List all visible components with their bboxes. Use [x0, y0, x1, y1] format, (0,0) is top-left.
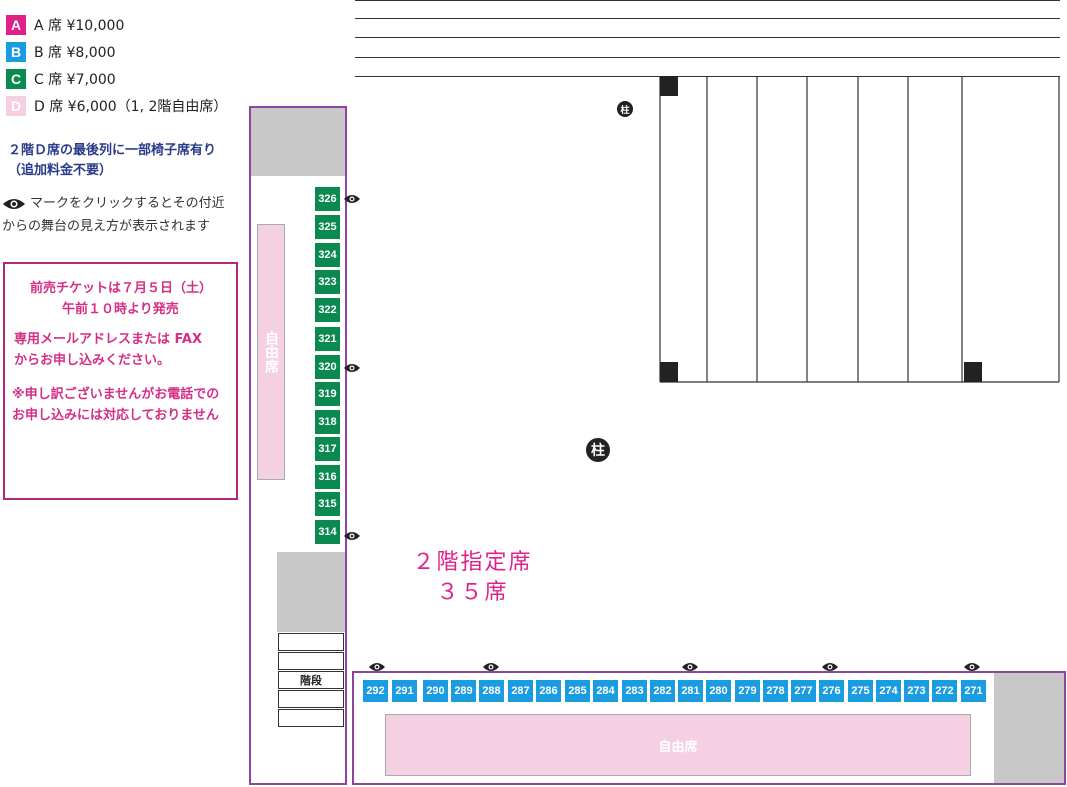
seat-b-272[interactable]: 272 [932, 680, 957, 702]
seat-b-282[interactable]: 282 [650, 680, 675, 702]
seat-b-290[interactable]: 290 [423, 680, 448, 702]
seat-c-320[interactable]: 320 [315, 355, 340, 379]
stage-line [355, 37, 1060, 38]
legend-swatch-b: B [6, 42, 26, 62]
seat-b-277[interactable]: 277 [791, 680, 816, 702]
seat-b-281[interactable]: 281 [678, 680, 703, 702]
stage-line [355, 0, 1060, 1]
reserved-title-text: ２階指定席 [412, 550, 533, 575]
eye-note-line2: からの舞台の見え方が表示されます [2, 219, 211, 234]
seat-b-286[interactable]: 286 [536, 680, 561, 702]
view-eye-icon[interactable] [822, 662, 838, 672]
stair-step [278, 633, 344, 651]
seat-c-318[interactable]: 318 [315, 410, 340, 434]
seat-b-275[interactable]: 275 [848, 680, 873, 702]
balcony-gray-block-top [251, 108, 345, 176]
legend-swatch-d: D [6, 96, 26, 116]
seat-b-288[interactable]: 288 [479, 680, 504, 702]
seat-c-321[interactable]: 321 [315, 327, 340, 351]
bottom-gray-block [994, 673, 1064, 783]
balcony-gray-block-bottom [277, 552, 345, 632]
seat-b-292[interactable]: 292 [363, 680, 388, 702]
reserved-seat-title: ２階指定席 ３５席 [410, 548, 535, 608]
seat-b-280[interactable]: 280 [706, 680, 731, 702]
view-eye-icon[interactable] [344, 531, 360, 541]
seat-c-319[interactable]: 319 [315, 382, 340, 406]
seat-b-274[interactable]: 274 [876, 680, 901, 702]
notice-line3: 専用メールアドレスまたは FAX [14, 332, 202, 347]
view-eye-icon[interactable] [964, 662, 980, 672]
stair-step [278, 709, 344, 727]
view-eye-icon[interactable] [344, 363, 360, 373]
stair-step [278, 690, 344, 708]
legend-item-d: D D 席 ¥6,000（1, 2階自由席） [6, 95, 227, 117]
stair-step [278, 652, 344, 670]
notice-line5: ※申し訳ございませんがお電話での [12, 387, 220, 402]
notice-line4: からお申し込みください。 [14, 353, 171, 368]
seat-c-322[interactable]: 322 [315, 298, 340, 322]
seat-c-315[interactable]: 315 [315, 492, 340, 516]
seat-c-324[interactable]: 324 [315, 243, 340, 267]
seat-b-278[interactable]: 278 [763, 680, 788, 702]
seat-c-325[interactable]: 325 [315, 215, 340, 239]
legend-label-d: D 席 ¥6,000（1, 2階自由席） [34, 99, 228, 115]
seat-c-316[interactable]: 316 [315, 465, 340, 489]
seat-c-323[interactable]: 323 [315, 270, 340, 294]
view-eye-icon[interactable] [369, 662, 385, 672]
free-seat-area-bottom: 自由席 [385, 714, 971, 776]
seat-b-284[interactable]: 284 [593, 680, 618, 702]
seat-b-271[interactable]: 271 [961, 680, 986, 702]
chair-seat-note: ２階Ｄ席の最後列に一部椅子席有り （追加料金不要） [8, 141, 216, 181]
seat-b-291[interactable]: 291 [392, 680, 417, 702]
reserved-count-text: ３５席 [436, 580, 509, 605]
notice-line2: 午前１０時より発売 [62, 302, 179, 317]
stage-line [355, 18, 1060, 19]
seat-b-276[interactable]: 276 [819, 680, 844, 702]
seat-b-279[interactable]: 279 [735, 680, 760, 702]
eye-note-line1: マークをクリックするとその付近 [30, 196, 225, 211]
seat-b-287[interactable]: 287 [508, 680, 533, 702]
legend-label-c: C 席 ¥7,000 [34, 72, 116, 88]
stairs-label: 階段 [278, 671, 344, 689]
seat-b-285[interactable]: 285 [565, 680, 590, 702]
eye-icon [3, 198, 25, 209]
eye-mark-note: マークをクリックするとその付近 からの舞台の見え方が表示されます [2, 192, 225, 238]
stage-structure [659, 76, 1060, 383]
legend-item-a: A A 席 ¥10,000 [6, 14, 124, 36]
legend-swatch-c: C [6, 69, 26, 89]
view-eye-icon[interactable] [483, 662, 499, 672]
seat-b-283[interactable]: 283 [622, 680, 647, 702]
chair-note-line1: ２階Ｄ席の最後列に一部椅子席有り [8, 143, 217, 158]
legend-label-b: B 席 ¥8,000 [34, 45, 116, 61]
legend-label-a: A 席 ¥10,000 [34, 18, 125, 34]
pillar-icon: 柱 [617, 101, 633, 117]
view-eye-icon[interactable] [344, 194, 360, 204]
legend-item-c: C C 席 ¥7,000 [6, 68, 116, 90]
legend-item-b: B B 席 ¥8,000 [6, 41, 116, 63]
free-seat-area-left: 自由席 [257, 224, 285, 480]
seat-c-326[interactable]: 326 [315, 187, 340, 211]
view-eye-icon[interactable] [682, 662, 698, 672]
chair-note-line2: （追加料金不要） [8, 163, 113, 178]
eye-note-row1: マークをクリックするとその付近 [2, 192, 225, 215]
seat-b-289[interactable]: 289 [451, 680, 476, 702]
notice-line6: お申し込みには対応しておりません [12, 408, 219, 423]
seat-c-314[interactable]: 314 [315, 520, 340, 544]
notice-line1: 前売チケットは７月５日（土） [30, 281, 213, 296]
legend-swatch-a: A [6, 15, 26, 35]
pillar-icon: 柱 [586, 438, 610, 462]
stage-line [355, 57, 1060, 58]
seat-c-317[interactable]: 317 [315, 437, 340, 461]
seat-b-273[interactable]: 273 [904, 680, 929, 702]
